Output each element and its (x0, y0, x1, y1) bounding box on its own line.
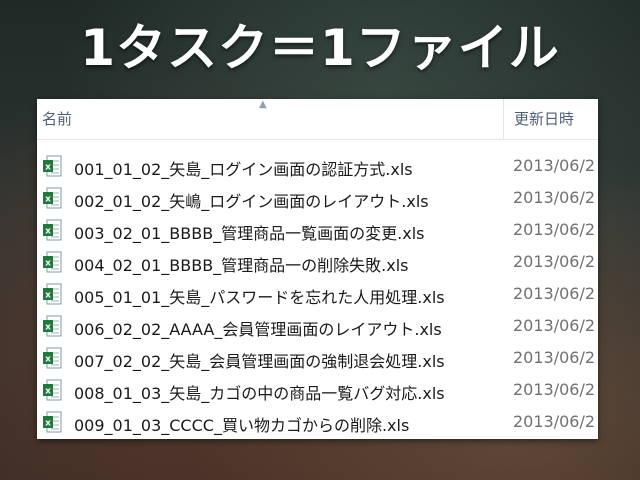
column-header-modified[interactable]: 更新日時 (514, 108, 574, 129)
file-name: 007_02_02_矢島_会員管理画面の強制退会処理.xls (74, 352, 445, 371)
column-header-bar: 名前 ▲ 更新日時 (37, 99, 598, 140)
file-name: 004_02_01_BBBB_管理商品一の削除失敗.xls (74, 256, 409, 275)
file-row[interactable]: x 005_01_01_矢島_パスワードを忘れた人用処理.xls 2013/06/2 (37, 279, 598, 311)
file-modified-date: 2013/06/2 (513, 156, 596, 175)
file-modified-date: 2013/06/2 (513, 380, 596, 399)
excel-file-icon: x (43, 379, 62, 401)
file-name: 008_01_03_矢島_カゴの中の商品一覧バグ対応.xls (74, 384, 445, 403)
file-modified-date: 2013/06/2 (513, 348, 596, 367)
file-row[interactable]: x 003_02_01_BBBB_管理商品一覧画面の変更.xls 2013/06/2 (37, 215, 598, 247)
svg-text:x: x (45, 195, 51, 205)
svg-text:x: x (45, 355, 51, 365)
file-modified-date: 2013/06/2 (513, 220, 596, 239)
file-name: 003_02_01_BBBB_管理商品一覧画面の変更.xls (74, 224, 425, 243)
excel-file-icon: x (43, 219, 62, 241)
file-row[interactable]: x 002_01_02_矢嶋_ログイン画面のレイアウト.xls 2013/06/2 (37, 183, 598, 215)
file-name: 005_01_01_矢島_パスワードを忘れた人用処理.xls (74, 288, 445, 307)
column-divider[interactable] (503, 99, 504, 139)
file-row[interactable]: x 004_02_01_BBBB_管理商品一の削除失敗.xls 2013/06/2 (37, 247, 598, 279)
slide-title: 1タスク＝1ファイル (80, 19, 560, 77)
file-row[interactable]: x 001_01_02_矢島_ログイン画面の認証方式.xls 2013/06/2 (37, 151, 598, 183)
svg-text:x: x (45, 259, 51, 269)
excel-file-icon: x (43, 347, 62, 369)
sort-ascending-icon: ▲ (259, 99, 267, 110)
file-row[interactable]: x 009_01_03_CCCC_買い物カゴからの削除.xls 2013/06/2 (37, 407, 598, 439)
file-modified-date: 2013/06/2 (513, 252, 596, 271)
file-modified-date: 2013/06/2 (513, 188, 596, 207)
svg-text:x: x (45, 323, 51, 333)
file-name: 006_02_02_AAAA_会員管理画面のレイアウト.xls (74, 320, 442, 339)
file-name: 002_01_02_矢嶋_ログイン画面のレイアウト.xls (74, 192, 429, 211)
svg-text:x: x (45, 419, 51, 429)
file-row[interactable]: x 007_02_02_矢島_会員管理画面の強制退会処理.xls 2013/06/2 (37, 343, 598, 375)
excel-file-icon: x (43, 411, 62, 433)
file-modified-date: 2013/06/2 (513, 412, 596, 431)
file-modified-date: 2013/06/2 (513, 284, 596, 303)
excel-file-icon: x (43, 283, 62, 305)
svg-text:x: x (45, 163, 51, 173)
file-modified-date: 2013/06/2 (513, 316, 596, 335)
svg-text:x: x (45, 291, 51, 301)
file-name: 001_01_02_矢島_ログイン画面の認証方式.xls (74, 160, 413, 179)
file-row[interactable]: x 006_02_02_AAAA_会員管理画面のレイアウト.xls 2013/06/… (37, 311, 598, 343)
file-explorer-list: 名前 ▲ 更新日時 x 001_01_02_矢島_ログイン画面の認証方式.xls 2… (37, 99, 598, 439)
svg-text:x: x (45, 227, 51, 237)
column-header-name[interactable]: 名前 (42, 108, 72, 129)
file-row[interactable]: x 008_01_03_矢島_カゴの中の商品一覧バグ対応.xls 2013/06/2 (37, 375, 598, 407)
excel-file-icon: x (43, 155, 62, 177)
excel-file-icon: x (43, 251, 62, 273)
excel-file-icon: x (43, 187, 62, 209)
excel-file-icon: x (43, 315, 62, 337)
file-name: 009_01_03_CCCC_買い物カゴからの削除.xls (74, 416, 410, 435)
svg-text:x: x (45, 387, 51, 397)
file-list: x 001_01_02_矢島_ログイン画面の認証方式.xls 2013/06/2 x 0… (37, 151, 598, 439)
